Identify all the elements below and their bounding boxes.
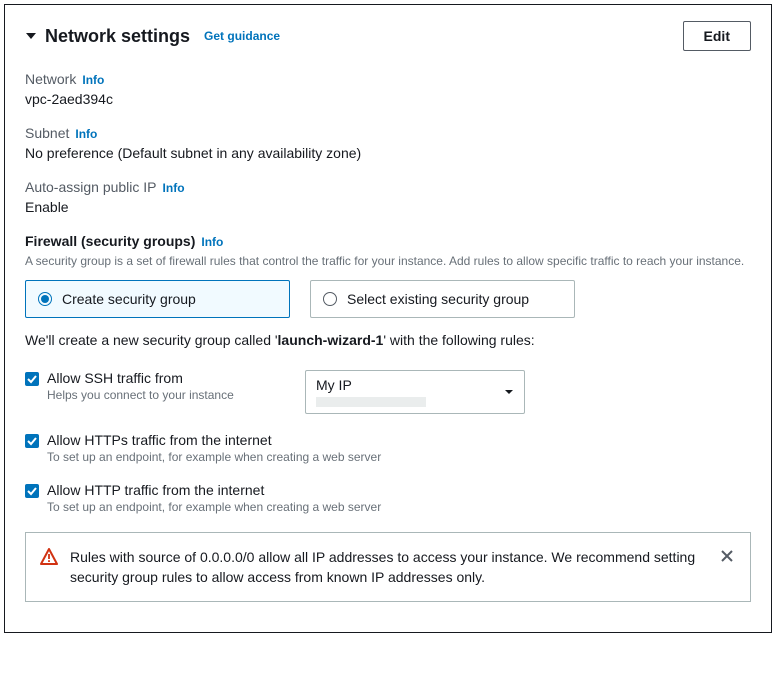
allow-ssh-checkbox[interactable] xyxy=(25,372,39,386)
get-guidance-link[interactable]: Get guidance xyxy=(204,29,280,43)
firewall-desc: A security group is a set of firewall ru… xyxy=(25,253,751,270)
public-ip-info-link[interactable]: Info xyxy=(163,181,185,195)
existing-sg-label: Select existing security group xyxy=(347,291,529,307)
ssh-source-select[interactable]: My IP xyxy=(305,370,525,414)
create-security-group-radio[interactable]: Create security group xyxy=(25,280,290,318)
subnet-value: No preference (Default subnet in any ava… xyxy=(25,145,751,161)
create-sg-label: Create security group xyxy=(62,291,196,307)
rule-http-title: Allow HTTP traffic from the internet xyxy=(47,482,381,498)
rule-ssh: Allow SSH traffic from Helps you connect… xyxy=(25,370,751,414)
subnet-info-link[interactable]: Info xyxy=(75,127,97,141)
panel-header: Network settings Get guidance Edit xyxy=(5,5,771,63)
ssh-source-ip-redacted xyxy=(316,397,426,407)
rule-ssh-sub: Helps you connect to your instance xyxy=(47,388,234,402)
create-sg-description: We'll create a new security group called… xyxy=(25,332,751,348)
rule-https: Allow HTTPs traffic from the internet To… xyxy=(25,432,751,464)
warning-icon xyxy=(40,548,58,569)
firewall-label: Firewall (security groups) xyxy=(25,233,195,249)
firewall-section: Firewall (security groups) Info A securi… xyxy=(25,233,751,602)
public-ip-label: Auto-assign public IP xyxy=(25,179,157,195)
allow-http-checkbox[interactable] xyxy=(25,484,39,498)
network-value: vpc-2aed394c xyxy=(25,91,751,107)
close-icon[interactable] xyxy=(718,547,736,568)
public-ip-value: Enable xyxy=(25,199,751,215)
radio-icon xyxy=(323,292,337,306)
subnet-label: Subnet xyxy=(25,125,69,141)
firewall-info-link[interactable]: Info xyxy=(201,235,223,249)
rule-http-sub: To set up an endpoint, for example when … xyxy=(47,500,381,514)
allow-https-checkbox[interactable] xyxy=(25,434,39,448)
network-field: Network Info vpc-2aed394c xyxy=(25,71,751,107)
network-label: Network xyxy=(25,71,76,87)
panel-header-left: Network settings Get guidance xyxy=(25,26,280,47)
chevron-down-icon xyxy=(504,387,514,397)
edit-button[interactable]: Edit xyxy=(683,21,751,51)
rule-https-title: Allow HTTPs traffic from the internet xyxy=(47,432,381,448)
rule-https-sub: To set up an endpoint, for example when … xyxy=(47,450,381,464)
open-cidr-warning: Rules with source of 0.0.0.0/0 allow all… xyxy=(25,532,751,603)
ssh-source-value: My IP xyxy=(316,377,426,393)
panel-title: Network settings xyxy=(45,26,190,47)
rule-http: Allow HTTP traffic from the internet To … xyxy=(25,482,751,514)
firewall-radio-group: Create security group Select existing se… xyxy=(25,280,751,318)
caret-down-icon[interactable] xyxy=(25,30,37,42)
network-settings-panel: Network settings Get guidance Edit Netwo… xyxy=(4,4,772,633)
panel-body: Network Info vpc-2aed394c Subnet Info No… xyxy=(5,63,771,632)
warning-text: Rules with source of 0.0.0.0/0 allow all… xyxy=(70,547,706,588)
public-ip-field: Auto-assign public IP Info Enable xyxy=(25,179,751,215)
rule-ssh-title: Allow SSH traffic from xyxy=(47,370,234,386)
subnet-field: Subnet Info No preference (Default subne… xyxy=(25,125,751,161)
radio-icon xyxy=(38,292,52,306)
network-info-link[interactable]: Info xyxy=(82,73,104,87)
select-existing-security-group-radio[interactable]: Select existing security group xyxy=(310,280,575,318)
